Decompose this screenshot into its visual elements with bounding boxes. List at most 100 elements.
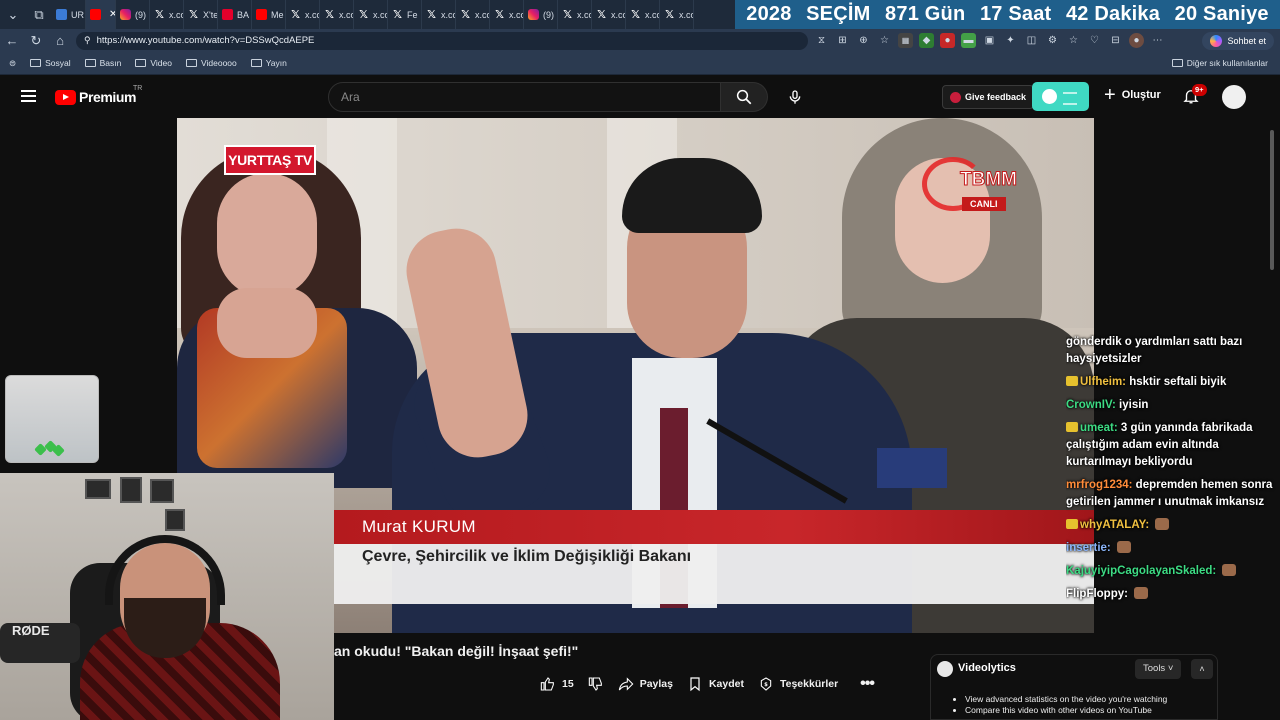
browser-tab[interactable]: BA <box>218 0 252 29</box>
browser-tab[interactable]: 𝕏x.co <box>150 0 184 29</box>
guide-menu-icon[interactable] <box>21 90 36 102</box>
chat-message: CrownIV: iyisin <box>1066 397 1276 414</box>
browser-tab[interactable]: 𝕏x.co <box>626 0 660 29</box>
browser-tab[interactable]: UR <box>52 0 86 29</box>
tab-list-chevron-icon[interactable]: ⌄ <box>0 0 26 29</box>
browser-tab[interactable]: 𝕏x.co <box>286 0 320 29</box>
favorites-icon[interactable]: ☆ <box>1066 33 1081 48</box>
bookmark-folder[interactable]: Sosyal <box>25 54 76 72</box>
tab-label: (9) <box>135 9 146 20</box>
voice-search-button[interactable] <box>780 82 810 112</box>
browser-tab[interactable]: 𝕏x.co <box>490 0 524 29</box>
chat-message: umeat: 3 gün yanında fabrikada çalıştığı… <box>1066 420 1276 471</box>
browser-tab[interactable]: 𝕏x.co <box>422 0 456 29</box>
back-icon[interactable]: ← <box>0 29 24 52</box>
zoom-icon[interactable]: ⊕ <box>856 33 871 48</box>
other-bookmarks-button[interactable]: Diğer sık kullanılanlar <box>1171 58 1268 68</box>
extension-icon[interactable]: ◆ <box>919 33 934 48</box>
folder-icon <box>250 59 262 67</box>
browser-tab[interactable]: 𝕏 Fe <box>388 0 422 29</box>
browser-tab[interactable]: 𝕏x.co <box>354 0 388 29</box>
translate-icon[interactable]: ⧖ <box>814 33 829 48</box>
browser-tab[interactable]: 𝕏x.co <box>456 0 490 29</box>
search-input[interactable]: Ara <box>328 82 721 112</box>
bookmarks-menu-icon[interactable]: ⊜ <box>4 54 21 72</box>
profile-avatar-icon[interactable]: ● <box>1129 33 1144 48</box>
tab-label: x.co <box>679 9 694 20</box>
subscriber-badge-icon <box>1066 376 1078 386</box>
share-icon <box>618 677 634 691</box>
bookmark-label: Yayın <box>265 58 287 68</box>
collapse-button[interactable]: ˄ <box>1191 659 1213 679</box>
browser-tab[interactable]: 𝕏x.co <box>320 0 354 29</box>
home-icon[interactable]: ⌂ <box>48 29 72 52</box>
bookmark-folder[interactable]: Videoooo <box>181 54 242 72</box>
instagram-icon <box>120 9 131 20</box>
more-actions-button[interactable]: ••• <box>860 672 875 696</box>
other-bookmarks-label: Diğer sık kullanılanlar <box>1186 58 1268 68</box>
close-tab-icon[interactable]: ✕ <box>109 9 115 20</box>
wall-frame <box>120 477 142 503</box>
tab-label: x.co <box>509 9 524 20</box>
settings-icon[interactable]: ⚙ <box>1045 33 1060 48</box>
browser-tab[interactable]: ✕ <box>86 0 116 29</box>
video-title: an okudu! "Bakan değil! İnşaat şefi!" <box>334 643 579 659</box>
save-button[interactable]: Kaydet <box>687 672 744 696</box>
extension-icon[interactable]: ▦ <box>898 33 913 48</box>
browser-essentials-icon[interactable]: ♡ <box>1087 33 1102 48</box>
browser-tab[interactable]: 𝕏 X'te <box>184 0 218 29</box>
mic-brand-label: RØDE <box>12 623 50 638</box>
extensions-puzzle-icon[interactable]: ✦ <box>1003 33 1018 48</box>
feedback-label: Give feedback <box>965 92 1027 102</box>
url-field[interactable]: ⚲ https://www.youtube.com/watch?v=DSSwQc… <box>76 31 808 50</box>
more-menu-icon[interactable]: ⋯ <box>1150 33 1165 48</box>
thanks-button[interactable]: $ Teşekkürler <box>758 672 838 696</box>
extension-icon[interactable]: ▬ <box>961 33 976 48</box>
tools-dropdown[interactable]: Tools ˅ <box>1135 659 1182 679</box>
browser-tab[interactable]: (9) <box>116 0 150 29</box>
chat-message: Ulfheim: hsktir seftali biyik <box>1066 374 1276 391</box>
scrollbar-thumb[interactable] <box>1270 130 1274 270</box>
account-avatar[interactable] <box>1222 85 1246 109</box>
bookmark-label: Basın <box>99 58 122 68</box>
browser-tab[interactable]: 𝕏x.co <box>660 0 694 29</box>
bookmark-folder[interactable]: Basın <box>80 54 127 72</box>
extension-toggle-button[interactable] <box>1032 82 1089 111</box>
browser-tab[interactable]: (9) <box>524 0 558 29</box>
lower-third-caption: Murat KURUM Çevre, Şehircilik ve İklim D… <box>334 510 1094 605</box>
youtube-logo[interactable]: Premium <box>55 89 137 105</box>
bookmark-folder[interactable]: Yayın <box>246 54 292 72</box>
x-logo-icon: 𝕏 <box>393 8 402 21</box>
split-screen-icon[interactable]: ◫ <box>1024 33 1039 48</box>
page-scrollbar[interactable] <box>1268 120 1276 720</box>
favorite-star-icon[interactable]: ☆ <box>877 33 892 48</box>
give-feedback-button[interactable]: Give feedback <box>942 85 1035 109</box>
dislike-button[interactable] <box>588 672 604 696</box>
x-logo-icon: 𝕏 <box>563 8 572 21</box>
create-button[interactable]: + Oluştur <box>1104 85 1161 105</box>
thumbs-up-icon <box>540 677 554 691</box>
countdown-seconds: 20 Saniye <box>1174 3 1269 25</box>
share-button[interactable]: Paylaş <box>618 672 673 696</box>
chat-username: umeat: <box>1080 422 1118 434</box>
site-info-icon[interactable]: ⚲ <box>84 35 91 46</box>
like-button[interactable]: 15 <box>540 672 574 696</box>
bookmark-folder[interactable]: Video <box>130 54 177 72</box>
videolytics-feature-list: View advanced statistics on the video yo… <box>953 694 1167 715</box>
chevron-up-icon: ˄ <box>1199 664 1205 674</box>
search-button[interactable] <box>721 82 768 112</box>
glass-jar-widget <box>5 375 99 463</box>
copilot-chat-button[interactable]: Sohbet et <box>1202 31 1274 50</box>
browser-tab[interactable]: Me <box>252 0 286 29</box>
workspaces-icon[interactable]: ⧉ <box>26 0 52 29</box>
thumbs-down-icon <box>588 677 602 691</box>
x-logo-icon: 𝕏 <box>427 8 436 21</box>
youtube-masthead: Premium TR Ara Give feedback + Oluştur 9… <box>0 76 1280 118</box>
apps-icon[interactable]: ⊞ <box>835 33 850 48</box>
browser-tab[interactable]: 𝕏x.co <box>558 0 592 29</box>
refresh-icon[interactable]: ↻ <box>24 29 48 52</box>
extension-icon[interactable]: ▣ <box>982 33 997 48</box>
collections-icon[interactable]: ⊟ <box>1108 33 1123 48</box>
extension-icon[interactable]: ● <box>940 33 955 48</box>
browser-tab[interactable]: 𝕏x.co <box>592 0 626 29</box>
